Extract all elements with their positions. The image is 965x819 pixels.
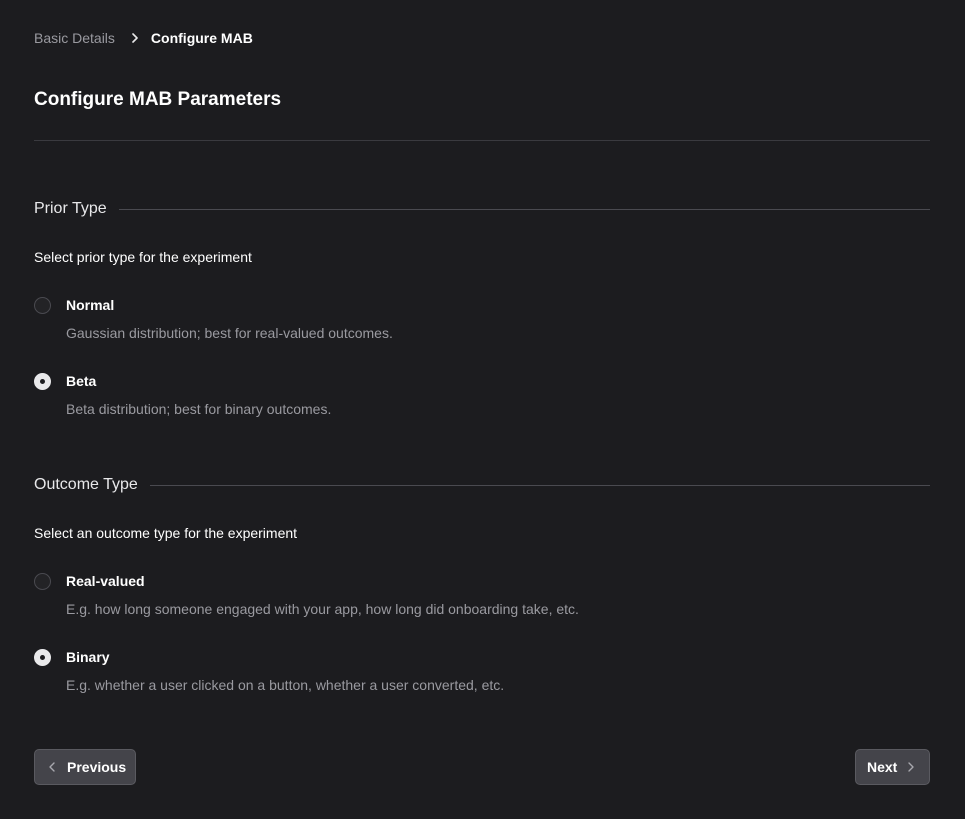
page-title: Configure MAB Parameters bbox=[34, 89, 282, 110]
previous-button-label: Previous bbox=[67, 759, 127, 775]
radio-beta[interactable] bbox=[34, 373, 51, 390]
option-description-real-valued: E.g. how long someone engaged with your … bbox=[66, 601, 579, 617]
breadcrumb-configure-mab: Configure MAB bbox=[150, 30, 253, 46]
option-description-beta: Beta distribution; best for binary outco… bbox=[66, 401, 332, 417]
next-button-label: Next bbox=[867, 759, 898, 775]
option-description-normal: Gaussian distribution; best for real-val… bbox=[66, 325, 393, 341]
option-label-normal: Normal bbox=[66, 297, 115, 313]
option-label-binary: Binary bbox=[66, 649, 110, 665]
outcome-type-divider bbox=[149, 484, 930, 486]
prior-type-divider bbox=[118, 208, 930, 210]
outcome-type-title: Outcome Type bbox=[34, 476, 138, 493]
option-label-real-valued: Real-valued bbox=[66, 573, 145, 589]
breadcrumb: Basic Details Configure MAB bbox=[34, 30, 253, 46]
title-divider bbox=[34, 140, 930, 141]
chevron-left-icon bbox=[48, 762, 56, 772]
configure-mab-page: Basic Details Configure MAB Configure MA… bbox=[0, 0, 965, 819]
next-button[interactable]: Next bbox=[855, 749, 930, 785]
prior-type-header: Prior Type bbox=[34, 200, 930, 218]
prior-type-description: Select prior type for the experiment bbox=[34, 249, 252, 265]
previous-button[interactable]: Previous bbox=[34, 749, 136, 785]
outcome-type-header: Outcome Type bbox=[34, 476, 930, 494]
chevron-right-icon bbox=[131, 33, 139, 43]
option-label-beta: Beta bbox=[66, 373, 97, 389]
breadcrumb-basic-details[interactable]: Basic Details bbox=[34, 30, 115, 46]
prior-type-title: Prior Type bbox=[34, 200, 107, 217]
option-description-binary: E.g. whether a user clicked on a button,… bbox=[66, 677, 505, 693]
chevron-right-icon bbox=[907, 762, 915, 772]
radio-real-valued[interactable] bbox=[34, 573, 51, 590]
radio-binary[interactable] bbox=[34, 649, 51, 666]
outcome-type-description: Select an outcome type for the experimen… bbox=[34, 525, 298, 541]
radio-normal[interactable] bbox=[34, 297, 51, 314]
